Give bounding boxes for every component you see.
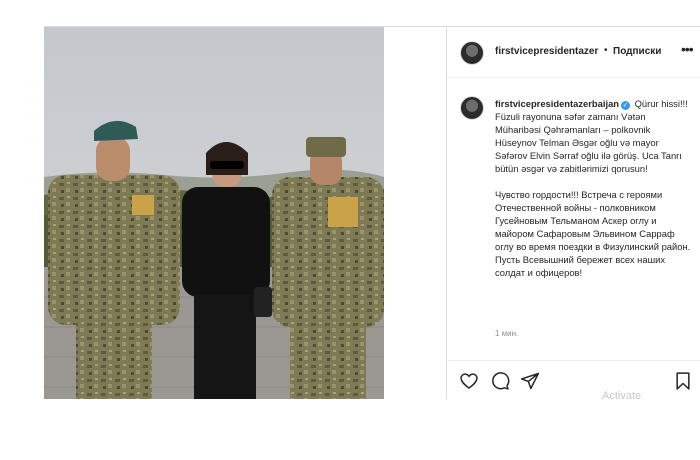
- following-button[interactable]: Подписки: [613, 46, 661, 57]
- more-horizontal-icon[interactable]: •••: [681, 41, 694, 57]
- post-caption: firstvicepresidentazerbaijan ✓ Qürur hiss…: [495, 97, 691, 279]
- avatar[interactable]: [460, 41, 484, 65]
- instagram-post: firstvicepresidentazer • Подписки ••• fi…: [44, 26, 700, 399]
- post-photo-image: [44, 27, 384, 399]
- header-username[interactable]: firstvicepresidentazer: [495, 46, 598, 57]
- caption-avatar[interactable]: [460, 96, 484, 120]
- bookmark-icon[interactable]: [673, 371, 693, 391]
- post-photo[interactable]: [44, 27, 384, 399]
- caption-username[interactable]: firstvicepresidentazerbaijan: [495, 98, 619, 109]
- share-icon[interactable]: [520, 371, 540, 391]
- post-sidebar: firstvicepresidentazer • Подписки ••• fi…: [447, 27, 700, 399]
- post-header: firstvicepresidentazer • Подписки •••: [447, 27, 700, 78]
- post-actions: [447, 360, 700, 400]
- comment-icon[interactable]: [490, 371, 510, 391]
- caption-text-az: Qürur hissi!!! Füzuli rayonuna səfər zam…: [495, 98, 688, 174]
- heart-icon[interactable]: [459, 371, 479, 391]
- post-timestamp[interactable]: 1 мин.: [495, 329, 518, 338]
- separator-dot: •: [604, 45, 608, 56]
- activate-watermark: Activate: [602, 390, 642, 402]
- verified-badge-icon: ✓: [621, 101, 631, 110]
- caption-text-ru: Чувство гордости!!! Встреча с героями От…: [495, 189, 691, 278]
